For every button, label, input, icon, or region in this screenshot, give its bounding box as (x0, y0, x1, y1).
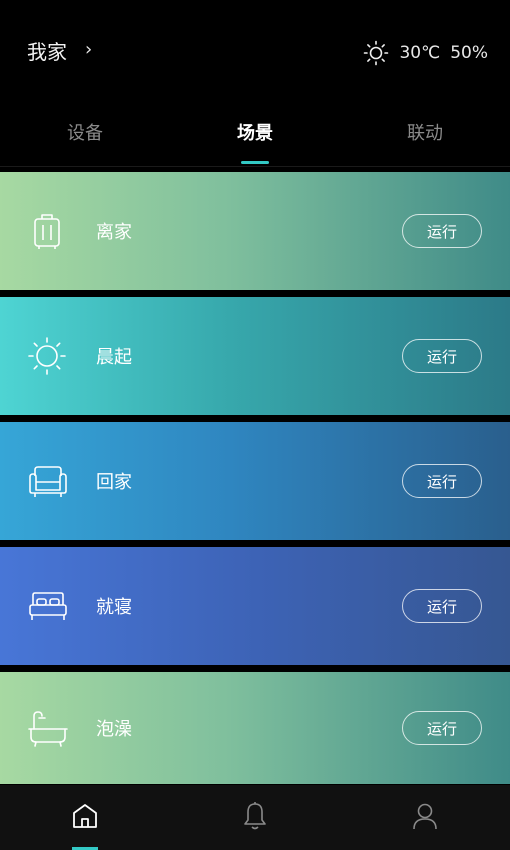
run-button[interactable]: 运行 (402, 589, 482, 623)
weather-info: 30℃ 50% (363, 40, 488, 66)
sun-icon (26, 335, 68, 377)
scene-card-bedtime[interactable]: 就寝 运行 (0, 547, 510, 665)
tab-devices[interactable]: 设备 (0, 110, 170, 166)
scene-card-morning[interactable]: 晨起 运行 (0, 297, 510, 415)
run-button[interactable]: 运行 (402, 464, 482, 498)
scene-label: 就寝 (96, 597, 132, 618)
humidity: 50% (450, 43, 488, 63)
bathtub-icon (26, 707, 68, 749)
run-button[interactable]: 运行 (402, 214, 482, 248)
bottom-navigation (0, 785, 510, 850)
chevron-right-icon: › (85, 39, 93, 60)
sun-icon (363, 40, 389, 66)
sofa-icon (26, 460, 68, 502)
bed-icon (26, 585, 68, 627)
scene-label: 泡澡 (96, 719, 132, 740)
luggage-icon (26, 210, 68, 252)
scene-card-leave-home[interactable]: 离家 运行 (0, 172, 510, 290)
nav-notifications[interactable] (170, 785, 340, 850)
scene-list: 离家 运行 晨起 运行 回家 运行 就寝 运行 泡澡 运行 (0, 172, 510, 791)
app-root: 我家 › 30℃ 50% 设备 场景 联动 离家 运行 晨起 运行 回家 运行 … (0, 0, 510, 850)
tab-scenes[interactable]: 场景 (170, 110, 340, 166)
scene-card-bath[interactable]: 泡澡 运行 (0, 672, 510, 784)
home-selector[interactable]: 我家 › (27, 36, 92, 65)
nav-home[interactable] (0, 785, 170, 850)
run-button[interactable]: 运行 (402, 339, 482, 373)
scene-label: 回家 (96, 472, 132, 493)
scene-card-come-home[interactable]: 回家 运行 (0, 422, 510, 540)
scene-label: 离家 (96, 222, 132, 243)
run-button[interactable]: 运行 (402, 711, 482, 745)
temperature: 30℃ (399, 43, 441, 63)
tab-automation[interactable]: 联动 (340, 110, 510, 166)
home-name: 我家 (27, 40, 67, 64)
nav-profile[interactable] (340, 785, 510, 850)
top-header: 我家 › 30℃ 50% (0, 0, 510, 110)
user-icon (411, 801, 439, 835)
bell-icon (241, 801, 269, 835)
tab-bar: 设备 场景 联动 (0, 110, 510, 167)
home-icon (70, 801, 100, 835)
scene-label: 晨起 (96, 347, 132, 368)
